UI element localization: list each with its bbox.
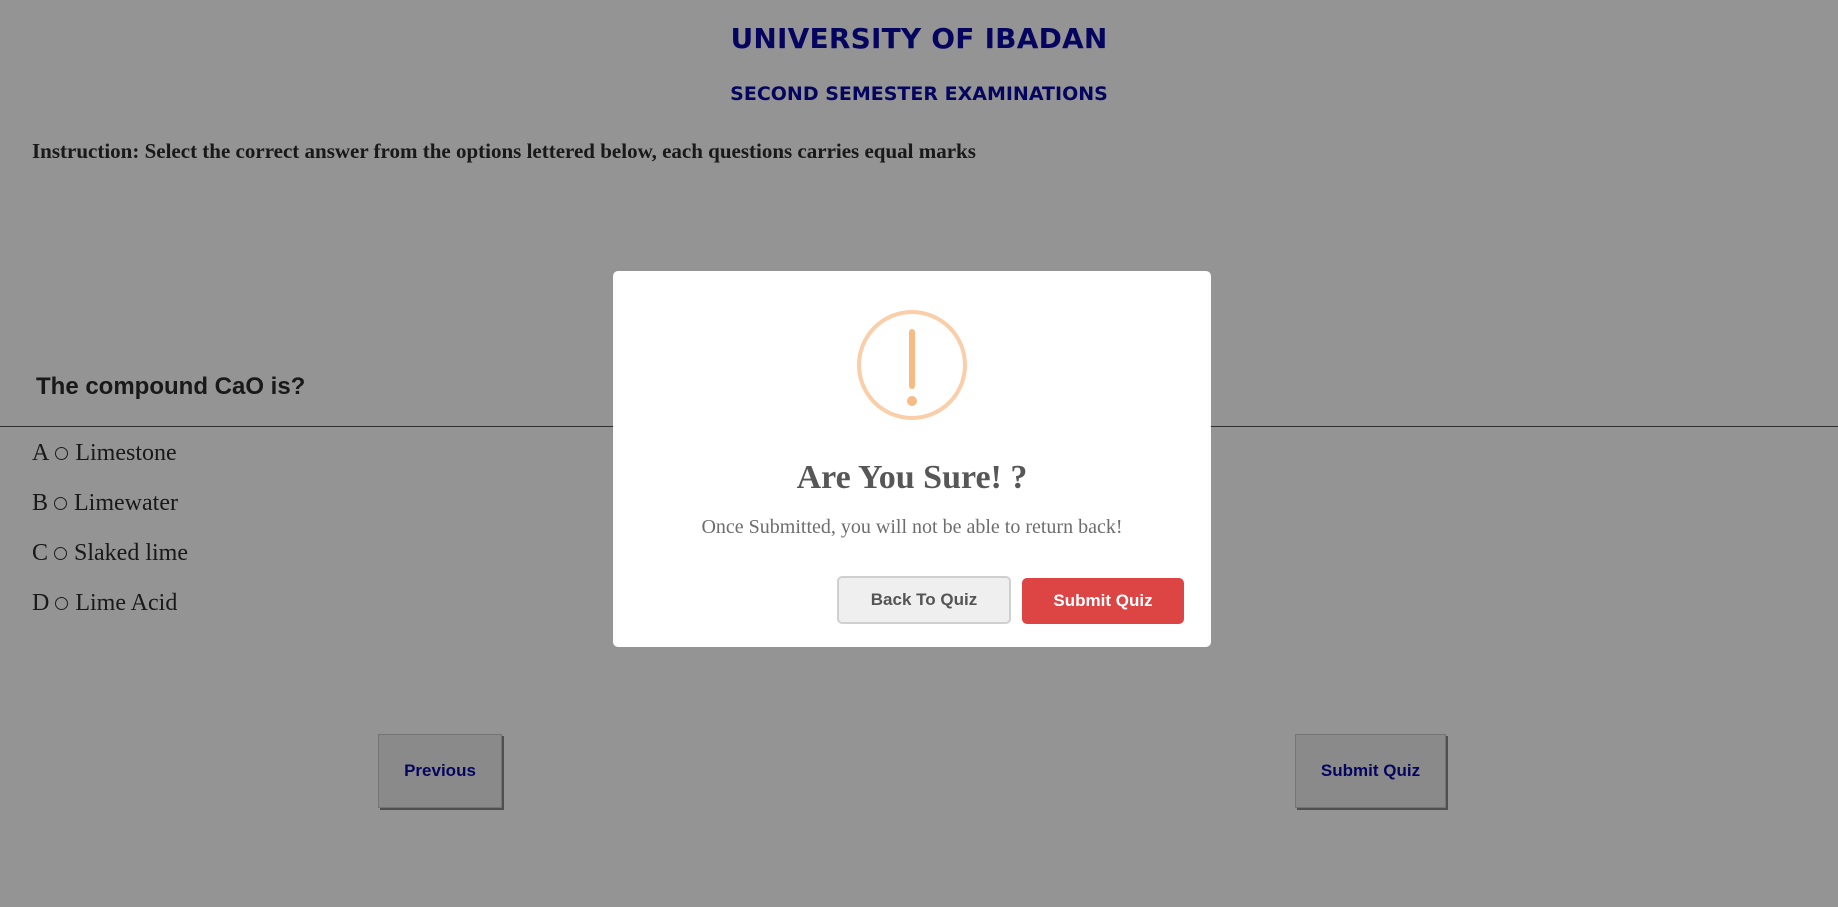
- confirm-submit-button[interactable]: Submit Quiz: [1022, 578, 1184, 624]
- exclamation-bar: [909, 329, 915, 389]
- dialog-message: Once Submitted, you will not be able to …: [701, 516, 1123, 538]
- exclamation-dot: [907, 396, 917, 406]
- dialog-title: Are You Sure! ?: [796, 459, 1028, 496]
- confirm-dialog: Are You Sure! ? Once Submitted, you will…: [613, 271, 1211, 647]
- back-to-quiz-button[interactable]: Back To Quiz: [837, 576, 1011, 624]
- warning-exclamation-icon: [857, 310, 967, 420]
